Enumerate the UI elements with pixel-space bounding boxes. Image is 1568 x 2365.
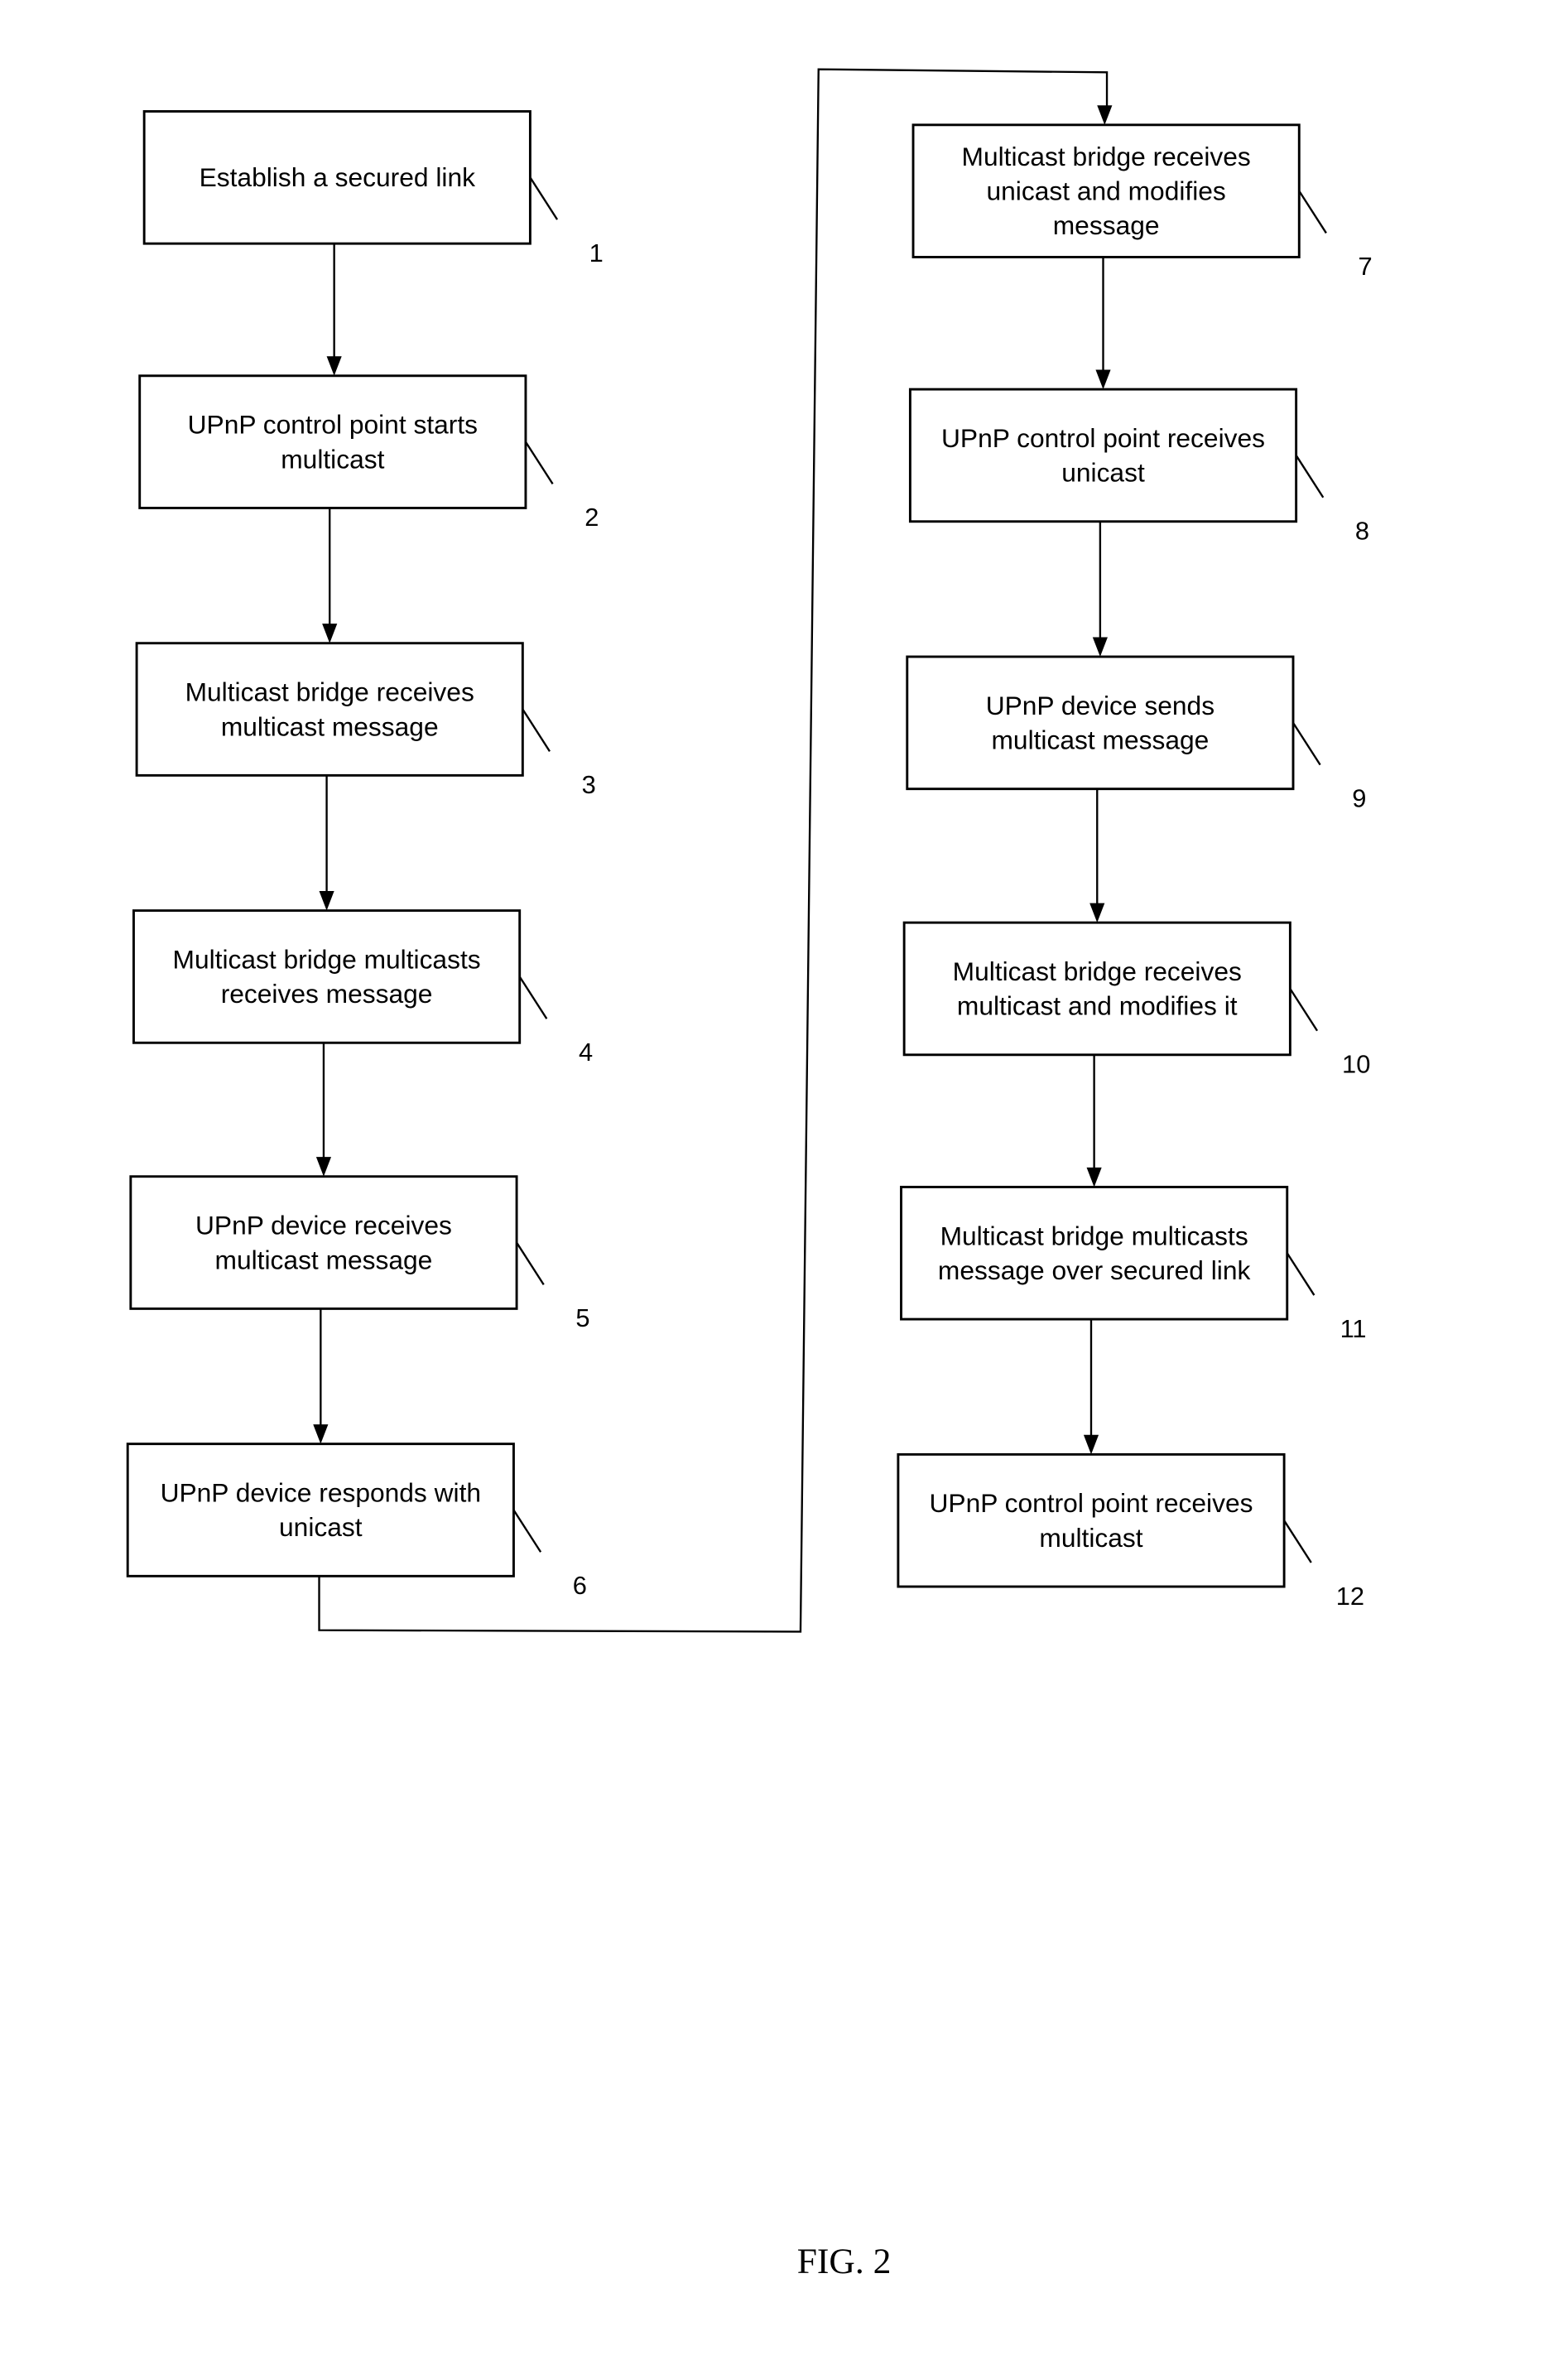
step-box <box>900 1185 1289 1321</box>
flowchart: Establish a secured link 1 UPnP control po… <box>126 68 1373 2281</box>
step-9: UPnP device sends multicast message 9 <box>906 655 1366 812</box>
step-label-line: multicast message <box>215 1245 433 1274</box>
step-10: Multicast bridge receives multicast and m… <box>902 921 1370 1079</box>
arrowhead-icon <box>1092 637 1108 657</box>
step-label-line: unicast <box>279 1512 363 1542</box>
arrowhead-icon <box>319 891 334 911</box>
step-box <box>126 1443 515 1577</box>
leader-line <box>529 176 559 220</box>
step-label-line: UPnP device sends <box>986 691 1214 720</box>
step-label-line: UPnP control point receives <box>941 423 1265 453</box>
step-label-line: Establish a secured link <box>200 162 476 192</box>
reference-numeral: 2 <box>584 503 599 532</box>
leader-line <box>518 975 548 1019</box>
leader-line <box>522 708 551 752</box>
step-label-line: message <box>1053 210 1160 240</box>
step-4: Multicast bridge multicasts receives mess… <box>132 909 593 1067</box>
step-label-line: multicast <box>1039 1523 1142 1553</box>
step-label-line: UPnP control point starts <box>188 410 478 440</box>
step-12: UPnP control point receives multicast 12 <box>897 1452 1364 1611</box>
arrow-6-to-7 <box>318 68 1109 1633</box>
arrowhead-icon <box>1089 903 1105 923</box>
reference-numeral: 7 <box>1359 252 1373 281</box>
step-label-line: receives message <box>221 979 433 1009</box>
step-1: Establish a secured link 1 <box>142 110 604 267</box>
steps: Establish a secured link 1 UPnP control po… <box>126 110 1373 1611</box>
step-3: Multicast bridge receives multicast messa… <box>135 642 596 799</box>
leader-line <box>1292 722 1321 766</box>
connectors <box>313 68 1113 1633</box>
reference-numeral: 9 <box>1352 783 1366 812</box>
arrowhead-icon <box>1097 105 1113 125</box>
leader-line <box>1289 988 1319 1032</box>
arrowhead-icon <box>315 1157 332 1177</box>
step-label-line: unicast <box>1061 458 1145 488</box>
step-2: UPnP control point starts multicast 2 <box>138 374 599 532</box>
leader-line <box>1283 1520 1312 1563</box>
arrowhead-icon <box>326 356 342 376</box>
figure-caption: FIG. 2 <box>797 2242 892 2281</box>
step-6: UPnP device responds with unicast 6 <box>126 1443 587 1600</box>
step-label-line: multicast and modifies it <box>957 991 1238 1021</box>
step-box <box>135 642 524 777</box>
reference-numeral: 8 <box>1355 517 1369 546</box>
leader-line <box>1298 190 1327 234</box>
reference-numeral: 4 <box>579 1038 593 1067</box>
leader-line <box>1286 1252 1315 1296</box>
step-label-line: message over secured link <box>938 1255 1251 1285</box>
step-label-line: Multicast bridge receives <box>962 142 1251 171</box>
step-11: Multicast bridge multicasts message over … <box>900 1185 1367 1343</box>
reference-numeral: 3 <box>582 770 596 799</box>
step-label-line: multicast message <box>221 711 439 741</box>
step-label-line: unicast and modifies <box>986 176 1225 206</box>
step-label-line: multicast <box>281 444 384 474</box>
leader-line <box>516 1241 545 1286</box>
reference-numeral: 6 <box>573 1571 587 1600</box>
leader-line <box>524 441 554 485</box>
step-label-line: UPnP device receives <box>195 1211 452 1240</box>
step-8: UPnP control point receives unicast 8 <box>908 388 1369 546</box>
arrowhead-icon <box>1095 369 1111 390</box>
arrowhead-icon <box>322 624 338 643</box>
step-5: UPnP device receives multicast message 5 <box>129 1175 589 1332</box>
leader-line <box>512 1509 542 1553</box>
step-box <box>897 1452 1286 1588</box>
step-label-line: UPnP device responds with <box>161 1478 482 1508</box>
step-label-line: UPnP control point receives <box>929 1488 1253 1518</box>
step-7: Multicast bridge receives unicast and mod… <box>911 123 1373 281</box>
reference-numeral: 1 <box>589 238 604 267</box>
step-label-line: Multicast bridge receives <box>953 956 1242 986</box>
step-box <box>132 909 522 1044</box>
step-label-line: multicast message <box>991 725 1209 755</box>
arrowhead-icon <box>313 1424 329 1444</box>
reference-numeral: 10 <box>1342 1050 1370 1079</box>
step-box <box>138 374 527 509</box>
step-label-line: Multicast bridge multicasts <box>940 1221 1248 1250</box>
step-box <box>902 921 1291 1057</box>
step-box <box>908 388 1298 523</box>
step-label-line: Multicast bridge receives <box>185 677 474 707</box>
reference-numeral: 5 <box>575 1303 589 1332</box>
arrowhead-icon <box>1083 1434 1099 1455</box>
step-box <box>906 655 1295 791</box>
leader-line <box>1295 455 1325 499</box>
reference-numeral: 11 <box>1340 1314 1367 1343</box>
step-box <box>129 1175 518 1310</box>
arrowhead-icon <box>1086 1167 1102 1187</box>
step-label-line: Multicast bridge multicasts <box>173 944 481 974</box>
reference-numeral: 12 <box>1336 1582 1364 1611</box>
